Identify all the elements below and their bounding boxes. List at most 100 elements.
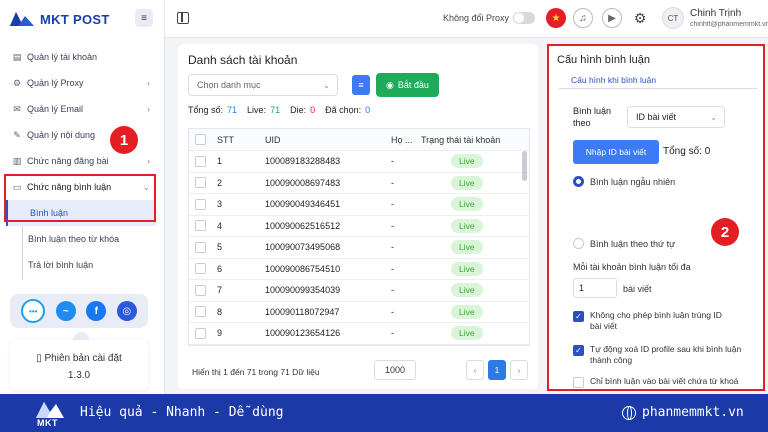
- cell-uid: 100090123654126: [265, 328, 341, 339]
- sidebar-item-label: Chức năng đăng bài: [27, 156, 109, 166]
- page-button[interactable]: 1: [488, 360, 506, 380]
- filter-button[interactable]: ≡: [352, 75, 370, 95]
- promo-banner: MKT Hiệu quả - Nhanh - Dễ dùng phanmemmk…: [0, 394, 768, 432]
- facebook-icon[interactable]: f: [86, 301, 107, 321]
- table-row[interactable]: 7 100090099354039 - Live: [189, 280, 529, 302]
- sidebar-item-posting[interactable]: ▥ Chức năng đăng bài ›: [0, 148, 164, 174]
- logo-icon: [10, 12, 34, 26]
- radio-random[interactable]: Bình luận ngẫu nhiên: [573, 176, 675, 187]
- column-header[interactable]: STT: [211, 135, 259, 145]
- row-checkbox[interactable]: [194, 306, 206, 318]
- sidebar-item-content[interactable]: ✎ Quản lý nội dung: [0, 122, 164, 148]
- cell-name: -: [391, 285, 394, 296]
- table-row[interactable]: 4 100090062516512 - Live: [189, 216, 529, 237]
- row-checkbox[interactable]: [194, 177, 206, 189]
- messenger-icon[interactable]: ~: [55, 301, 76, 321]
- option-auto-delete-label: Tự động xoá ID profile sau khi bình luận…: [590, 344, 742, 365]
- vietnam-flag-icon[interactable]: ★: [546, 8, 566, 28]
- status-badge: Live: [451, 175, 483, 190]
- cell-stt: 5: [217, 242, 223, 253]
- table-row[interactable]: 8 100090118072947 - Live: [189, 302, 529, 323]
- comment-by-label: Bình luận theo: [573, 106, 612, 128]
- import-post-id-button[interactable]: Nhập ID bài viết: [573, 140, 659, 164]
- stat-selected-label: Đã chọn:: [325, 105, 362, 115]
- play-icon[interactable]: ▶: [602, 8, 622, 28]
- gear-icon[interactable]: ⚙: [630, 8, 650, 28]
- sidebar-item-label: Quản lý Proxy: [27, 78, 84, 88]
- radio-random-label: Bình luận ngẫu nhiên: [590, 176, 676, 187]
- option-keyword-only[interactable]: Chỉ bình luận vào bài viết chứa từ khoá: [573, 376, 763, 388]
- status-badge: Live: [451, 218, 483, 233]
- table-body: 1 100089183288483 - Live 2 100090008697483 - Li…: [189, 151, 529, 345]
- option-auto-delete[interactable]: ✓ Tự động xoá ID profile sau khi bình lu…: [573, 344, 763, 366]
- radio-order[interactable]: Bình luận theo thứ tự: [573, 238, 675, 249]
- chat-support-icon[interactable]: •••: [21, 299, 46, 323]
- sidebar-subitem-reply-comment[interactable]: Trả lời bình luận: [0, 252, 164, 278]
- column-header[interactable]: Họ ...: [387, 135, 417, 145]
- row-checkbox[interactable]: [194, 220, 206, 232]
- submenu-guide-line: [22, 226, 23, 280]
- cell-name: -: [391, 263, 394, 274]
- category-select[interactable]: Chọn danh mục ⌄: [188, 74, 338, 96]
- comment-by-select[interactable]: ID bài viết ⌄: [627, 106, 725, 128]
- next-page-button[interactable]: ›: [510, 360, 528, 380]
- cell-name: -: [391, 220, 394, 231]
- chevron-right-icon: ›: [147, 78, 150, 88]
- status-badge: Live: [451, 283, 483, 298]
- banner-logo-text: MKT: [37, 418, 58, 428]
- column-header[interactable]: Trạng thái tài khoản: [417, 135, 515, 145]
- table-scrollbar[interactable]: [522, 151, 527, 181]
- select-all-checkbox[interactable]: [194, 134, 206, 145]
- avatar[interactable]: CT: [662, 7, 684, 29]
- check-icon[interactable]: ✓: [573, 311, 584, 322]
- table-row[interactable]: 2 100090008697483 - Live: [189, 173, 529, 194]
- post-icon: ▥: [12, 155, 22, 166]
- prev-page-button[interactable]: ‹: [466, 360, 484, 380]
- row-checkbox[interactable]: [194, 263, 206, 275]
- social-links: ••• ~ f ◎: [10, 294, 148, 328]
- cell-stt: 1: [217, 156, 223, 167]
- row-checkbox[interactable]: [194, 198, 206, 210]
- table-row[interactable]: 9 100090123654126 - Live: [189, 323, 529, 345]
- tab-comment-config[interactable]: Cấu hình khi bình luận: [571, 75, 656, 85]
- max-comments-input[interactable]: 1: [573, 278, 617, 298]
- sidebar-item-label: Quản lý tài khoản: [27, 52, 98, 62]
- filter-icon: ≡: [358, 80, 364, 90]
- menu-toggle-icon[interactable]: ≡: [135, 9, 153, 27]
- column-header[interactable]: UID: [259, 135, 387, 145]
- radio-random-button[interactable]: [573, 176, 584, 187]
- sidebar-item-email[interactable]: ✉ Quản lý Email ›: [0, 96, 164, 122]
- banner-website: phanmemmkt.vn: [642, 405, 744, 420]
- page-size-select[interactable]: 1000: [374, 360, 416, 380]
- row-checkbox[interactable]: [194, 155, 206, 167]
- row-checkbox[interactable]: [194, 241, 206, 253]
- stat-total-label: Tổng số:: [188, 105, 224, 115]
- radio-order-button[interactable]: [573, 238, 584, 249]
- proxy-toggle[interactable]: [513, 12, 535, 24]
- row-checkbox[interactable]: [194, 284, 206, 296]
- version-icon: ▯: [36, 353, 45, 364]
- bell-icon[interactable]: ♫: [573, 8, 593, 28]
- email-icon: ✉: [13, 103, 21, 114]
- stat-live-label: Live:: [247, 105, 267, 115]
- table-row[interactable]: 3 100090049346451 - Live: [189, 194, 529, 216]
- check-icon[interactable]: ✓: [573, 345, 584, 356]
- stat-die-value: 0: [310, 105, 316, 115]
- table-row[interactable]: 6 100090086754510 - Live: [189, 259, 529, 280]
- sidebar-subitem-comment-keyword[interactable]: Bình luận theo từ khóa: [0, 226, 164, 252]
- version-card: ▯ Phiên bản cài đặt 1.3.0: [10, 340, 148, 390]
- row-checkbox[interactable]: [194, 327, 206, 339]
- start-button[interactable]: ◉ Bắt đầu: [376, 73, 439, 97]
- sidebar-item-accounts[interactable]: ▤ Quản lý tài khoản: [0, 44, 164, 70]
- status-badge: Live: [451, 154, 483, 169]
- cell-name: -: [391, 306, 394, 317]
- cell-stt: 2: [217, 177, 223, 188]
- layout-toggle-icon[interactable]: [177, 12, 189, 24]
- table-row[interactable]: 1 100089183288483 - Live: [189, 151, 529, 173]
- status-badge: Live: [451, 240, 483, 255]
- sidebar-item-proxy[interactable]: ⚙ Quản lý Proxy ›: [0, 70, 164, 96]
- table-row[interactable]: 5 100090073495068 - Live: [189, 237, 529, 259]
- globe-icon[interactable]: ◎: [116, 301, 137, 321]
- option-no-duplicate[interactable]: ✓ Không cho phép bình luận trùng ID bài …: [573, 310, 723, 332]
- checkbox[interactable]: [573, 377, 584, 388]
